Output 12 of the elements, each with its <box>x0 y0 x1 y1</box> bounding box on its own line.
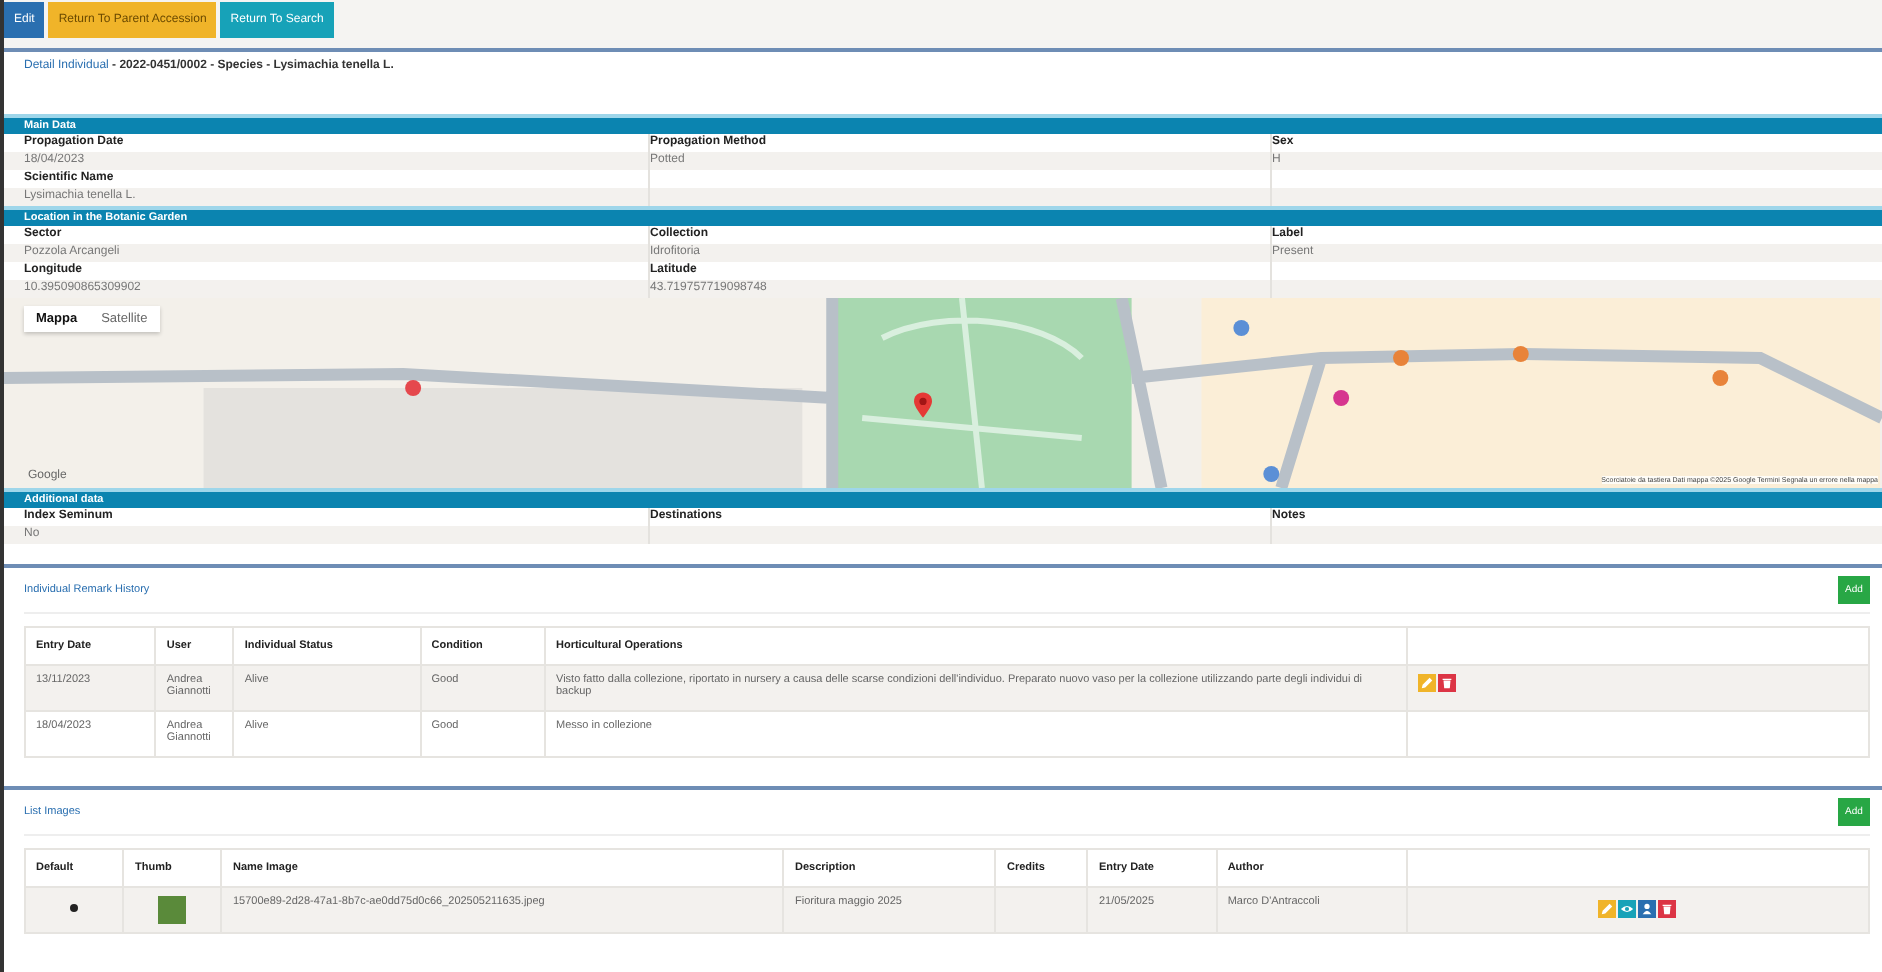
photo-placeholder <box>158 896 187 924</box>
trash-icon <box>1440 676 1454 690</box>
user-button[interactable] <box>1638 900 1656 918</box>
person-icon <box>1640 902 1654 916</box>
pencil-icon <box>1600 902 1614 916</box>
eye-icon <box>1620 902 1634 916</box>
delete-button[interactable] <box>1438 674 1456 692</box>
trash-icon <box>1660 902 1674 916</box>
delete-button[interactable] <box>1658 900 1676 918</box>
map-pin-icon <box>914 392 932 418</box>
pencil-icon <box>1420 676 1434 690</box>
view-button[interactable] <box>1618 900 1636 918</box>
